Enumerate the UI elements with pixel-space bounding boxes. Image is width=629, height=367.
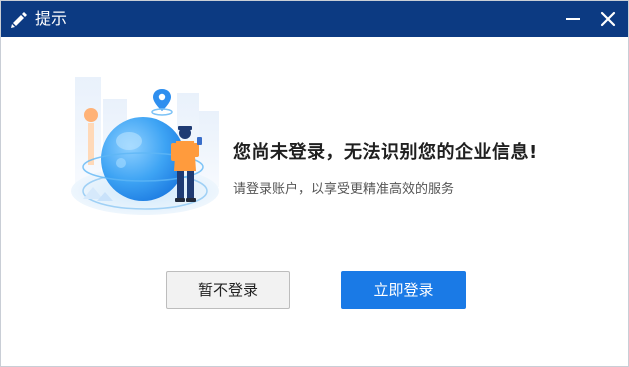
headline-text: 您尚未登录，无法识别您的企业信息! — [233, 142, 538, 163]
edit-icon — [11, 12, 27, 28]
dialog-window: 提示 您尚未登录，无法识别您的企业信息! 请登录账户，以享受更精准高效的服务 暂… — [0, 0, 629, 367]
login-now-button[interactable]: 立即登录 — [341, 271, 466, 309]
window-title: 提示 — [35, 9, 68, 28]
skip-login-button[interactable]: 暂不登录 — [166, 271, 290, 309]
subtext: 请登录账户，以享受更精准高效的服务 — [233, 182, 455, 197]
title-bar[interactable]: 提示 — [1, 1, 628, 37]
minimize-button[interactable] — [559, 5, 587, 33]
close-icon — [600, 11, 616, 27]
minimize-icon — [566, 18, 580, 20]
close-button[interactable] — [594, 5, 622, 33]
globe-person-location-illustration — [71, 77, 219, 215]
